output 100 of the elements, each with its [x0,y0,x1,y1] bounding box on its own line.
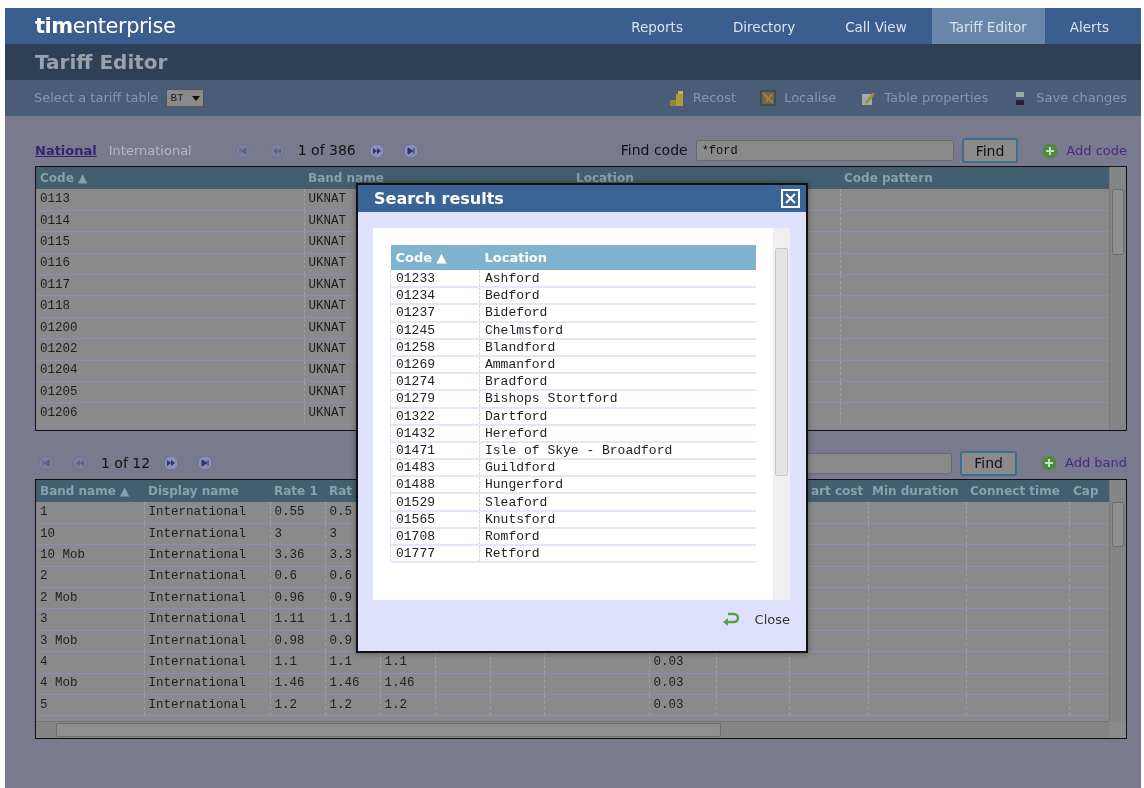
skip-last-icon[interactable] [197,455,214,471]
skip-first-icon[interactable] [234,142,251,159]
table-cell: Ashford [479,270,756,288]
coins-icon[interactable] [668,90,685,106]
table-cell: Romford [479,527,756,545]
column-header[interactable]: Display name [144,480,270,502]
table-cell: 0114 [36,210,304,232]
nav-tab[interactable]: Reports [606,8,708,44]
close-link[interactable]: Close [754,609,790,629]
table-cell: Dartford [479,407,756,425]
column-header[interactable]: Location [479,245,756,270]
table-cell: 0113 [36,189,304,211]
plus-circle-icon[interactable] [1041,455,1057,471]
vertical-scrollbar[interactable] [1109,480,1126,721]
page-count: 1 of 386 [297,141,356,160]
toolbar-action[interactable]: Recost [692,88,737,108]
table-cell: 0115 [36,231,304,254]
table-cell: International [144,694,270,716]
column-header[interactable]: Code ▲ [390,245,480,270]
nav-tab[interactable]: Directory [707,8,821,44]
table-cell: Hereford [479,424,756,442]
table-cell: 1.2 [325,694,380,716]
section-tab[interactable]: International [108,140,192,161]
table-cell: Ammanford [479,355,756,374]
toolbar-action[interactable]: Save changes [1036,88,1127,108]
toolbar-action[interactable]: Table properties [884,88,989,108]
table-cell: 3 [270,523,325,545]
column-header[interactable]: Code pattern [840,167,1110,189]
table-cell: 1.46 [270,673,325,695]
table-cell: 01432 [390,424,480,442]
dialog-title: Search results [374,187,504,210]
table-cell: International [144,630,270,652]
column-header[interactable]: Rate 1 [270,480,325,502]
skip-first-icon[interactable] [38,455,54,471]
close-button[interactable] [781,189,800,208]
table-cell: 01234 [390,287,480,305]
toolbar-action[interactable]: Localise [784,88,837,108]
pencil-icon[interactable] [860,90,877,106]
table-cell: Isle of Skye - Broadford [479,441,756,460]
table-cell: Bradford [479,373,756,391]
page-count: 1 of 12 [101,453,151,473]
table-cell: 01245 [390,321,480,339]
column-header[interactable]: Band name ▲ [36,480,144,502]
table-cell: 01488 [390,476,480,494]
table-cell: International [144,566,270,588]
column-header[interactable]: Cap [1069,480,1109,502]
table-cell: 5 [36,694,144,716]
vertical-scrollbar[interactable] [1109,167,1126,430]
table-cell: Knutsford [479,510,756,528]
table-cell: 2 [36,566,144,588]
table-cell: 0.6 [270,566,325,588]
table-cell: 10 Mob [36,544,144,567]
table-cell: 0.98 [270,630,325,652]
column-header[interactable]: Min duration [868,480,966,502]
fast-forward-icon[interactable] [163,455,180,471]
table-cell: 01233 [390,270,480,288]
table-cell: 0.96 [270,587,325,609]
skip-last-icon[interactable] [402,142,419,159]
return-arrow-icon[interactable] [722,612,739,627]
table-cell: Bedford [479,287,756,305]
table-cell: 0117 [36,274,304,296]
table-cell: Hungerford [479,476,756,494]
table-cell: Retford [479,545,756,563]
caret-icon [191,95,200,101]
search-field[interactable]: *ford [695,140,954,161]
table-cell: 01322 [390,407,480,425]
add-link[interactable]: Add code [1066,140,1127,161]
table-cell: 01204 [36,360,304,382]
tariff-table-select[interactable]: BT [166,89,204,107]
table-cell: 01529 [390,493,480,511]
nav-tab[interactable]: Alerts [1044,8,1141,44]
table-cell: International [144,608,270,631]
nav-tab[interactable]: Call View [820,8,932,44]
table-cell: 1 [36,502,144,524]
table-cell: 01258 [390,338,480,356]
table-cell: International [144,651,270,674]
fast-forward-icon[interactable] [368,142,385,159]
table-cell: 0.03 [649,694,716,716]
table-cell: 1.46 [380,673,435,695]
rewind-icon[interactable] [268,142,285,159]
table-cell: 1.2 [380,694,435,716]
field-label: Select a tariff table [34,89,159,108]
find-button[interactable]: Find [960,450,1017,476]
rewind-icon[interactable] [72,455,88,471]
table-cell: 01483 [390,459,480,477]
vertical-scrollbar[interactable] [773,228,790,600]
add-link[interactable]: Add band [1065,453,1127,473]
section-tab[interactable]: National [35,140,97,161]
horizontal-scrollbar[interactable] [36,721,1109,738]
column-header[interactable]: Connect time [966,480,1069,502]
table-cell: 1.1 [270,651,325,674]
find-button[interactable]: Find [961,138,1019,163]
table-cell: 0116 [36,253,304,275]
table-cell: 01708 [390,527,480,545]
nav-tab[interactable]: Tariff Editor [931,8,1045,44]
table-cell: Chelmsford [479,321,756,339]
plus-circle-icon[interactable] [1042,142,1059,159]
table-cell: 3.36 [270,544,325,567]
table-cell: 0.55 [270,502,325,524]
column-header[interactable]: Code ▲ [36,167,304,189]
